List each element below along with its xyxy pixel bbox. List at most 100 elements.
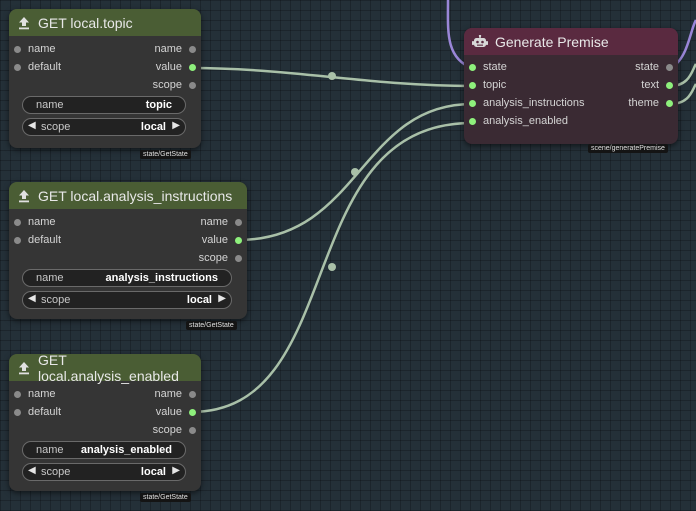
input-label-analysis-instructions: analysis_instructions	[483, 97, 585, 109]
widget-value: analysis_instructions	[105, 272, 219, 284]
node-header[interactable]: GET local.analysis_enabled	[9, 351, 201, 384]
slot-row-analysis-instructions: analysis_instructions theme	[464, 95, 678, 113]
node-header[interactable]: Generate Premise	[464, 28, 678, 55]
output-slot-theme[interactable]	[666, 100, 673, 107]
input-slot-default[interactable]	[14, 64, 21, 71]
output-label-name: name	[154, 388, 182, 400]
output-slot-scope[interactable]	[189, 427, 196, 434]
slot-row-name: name name	[9, 214, 247, 232]
slot-row-analysis-enabled: analysis_enabled	[464, 113, 678, 131]
output-label-value: value	[155, 406, 182, 418]
node-title: GET local.analysis_enabled	[38, 351, 179, 384]
output-slot-value[interactable]	[235, 237, 242, 244]
input-slot-default[interactable]	[14, 409, 21, 416]
node-type-tag: state/GetState	[140, 150, 191, 159]
input-slot-name[interactable]	[14, 219, 21, 226]
wire-topic-midpoint	[328, 72, 336, 80]
output-slot-value[interactable]	[189, 409, 196, 416]
name-text-widget[interactable]: name analysis_enabled	[22, 441, 186, 459]
scope-combo-widget[interactable]: ◀ scope local ▶	[22, 291, 232, 309]
input-label-state: state	[483, 61, 507, 73]
output-slot-text[interactable]	[666, 82, 673, 89]
input-slot-state[interactable]	[469, 64, 476, 71]
output-label-scope: scope	[152, 424, 182, 436]
node-header[interactable]: GET local.topic	[9, 9, 201, 36]
slot-row-name: name name	[9, 386, 201, 404]
combo-next-arrow[interactable]: ▶	[172, 465, 180, 476]
widget-label: scope	[41, 466, 71, 478]
slot-row-scope: scope	[9, 250, 247, 268]
slot-row-scope: scope	[9, 422, 201, 440]
name-text-widget[interactable]: name topic	[22, 96, 186, 114]
output-label-name: name	[200, 216, 228, 228]
node-generate-premise[interactable]: Generate Premise state state topic text …	[464, 28, 678, 153]
output-slot-name[interactable]	[189, 391, 196, 398]
output-slot-scope[interactable]	[189, 82, 196, 89]
output-label-value: value	[155, 61, 182, 73]
input-label-name: name	[28, 43, 56, 55]
input-slot-default[interactable]	[14, 237, 21, 244]
node-get-analysis-enabled[interactable]: GET local.analysis_enabled name name def…	[9, 351, 201, 502]
node-type-tag: scene/generatePremise	[588, 144, 668, 153]
node-title: Generate Premise	[495, 33, 609, 50]
slot-row-topic: topic text	[464, 77, 678, 95]
widget-label: scope	[41, 121, 71, 133]
output-slot-name[interactable]	[235, 219, 242, 226]
node-get-analysis-instructions[interactable]: GET local.analysis_instructions name nam…	[9, 182, 247, 330]
widget-label: name	[36, 99, 64, 111]
input-label-default: default	[28, 61, 62, 73]
input-slot-analysis-enabled[interactable]	[469, 118, 476, 125]
output-label-scope: scope	[198, 252, 228, 264]
input-slot-analysis-instructions[interactable]	[469, 100, 476, 107]
node-title: GET local.analysis_instructions	[38, 187, 233, 204]
slot-row-state: state state	[464, 59, 678, 77]
combo-next-arrow[interactable]: ▶	[218, 293, 226, 304]
input-label-topic: topic	[483, 79, 507, 91]
slot-row-value: default value	[9, 232, 247, 250]
widget-value: analysis_enabled	[80, 444, 172, 456]
name-text-widget[interactable]: name analysis_instructions	[22, 269, 232, 287]
output-slot-value[interactable]	[189, 64, 196, 71]
wire-analysis-enabled-midpoint	[328, 263, 336, 271]
slot-row-value: default value	[9, 59, 201, 77]
slot-row-value: default value	[9, 404, 201, 422]
widget-value: local	[186, 294, 212, 306]
node-title: GET local.topic	[38, 14, 133, 31]
input-label-name: name	[28, 388, 56, 400]
slot-row-scope: scope	[9, 77, 201, 95]
combo-prev-arrow[interactable]: ◀	[28, 465, 36, 476]
scope-combo-widget[interactable]: ◀ scope local ▶	[22, 463, 186, 481]
combo-next-arrow[interactable]: ▶	[172, 120, 180, 131]
robot-icon	[472, 34, 488, 49]
output-slot-name[interactable]	[189, 46, 196, 53]
widget-label: name	[36, 272, 64, 284]
widget-value: topic	[145, 99, 172, 111]
output-slot-scope[interactable]	[235, 255, 242, 262]
input-label-analysis-enabled: analysis_enabled	[483, 115, 569, 127]
widget-value: local	[140, 466, 166, 478]
output-label-name: name	[154, 43, 182, 55]
combo-prev-arrow[interactable]: ◀	[28, 120, 36, 131]
widget-value: local	[140, 121, 166, 133]
input-slot-name[interactable]	[14, 391, 21, 398]
slot-row-name: name name	[9, 41, 201, 59]
widget-label: name	[36, 444, 64, 456]
output-label-text: text	[641, 79, 659, 91]
output-slot-state[interactable]	[666, 64, 673, 71]
node-header[interactable]: GET local.analysis_instructions	[9, 182, 247, 209]
upload-icon	[17, 16, 31, 30]
output-label-value: value	[201, 234, 228, 246]
input-slot-name[interactable]	[14, 46, 21, 53]
node-type-tag: state/GetState	[140, 493, 191, 502]
upload-icon	[17, 361, 31, 375]
node-get-topic[interactable]: GET local.topic name name default value …	[9, 9, 201, 159]
output-label-state: state	[635, 61, 659, 73]
scope-combo-widget[interactable]: ◀ scope local ▶	[22, 118, 186, 136]
output-label-theme: theme	[628, 97, 659, 109]
output-label-scope: scope	[152, 79, 182, 91]
input-slot-topic[interactable]	[469, 82, 476, 89]
combo-prev-arrow[interactable]: ◀	[28, 293, 36, 304]
input-label-default: default	[28, 234, 62, 246]
input-label-default: default	[28, 406, 62, 418]
wire-analysis-instructions-midpoint	[351, 168, 359, 176]
